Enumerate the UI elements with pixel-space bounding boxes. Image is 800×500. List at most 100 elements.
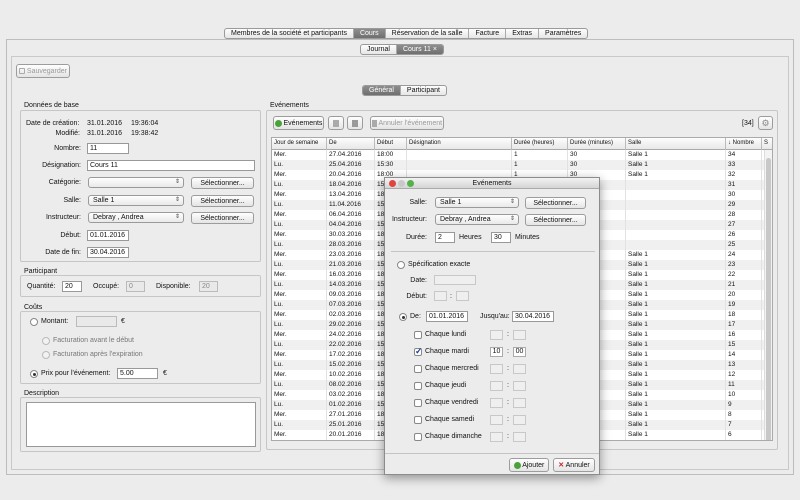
col-number[interactable]: ↓ Nombre [726,138,762,150]
col-start[interactable]: Début [375,138,407,150]
col-room[interactable]: Salle [626,138,726,150]
table-cell: Mer. [272,170,327,180]
instructor-select-button[interactable]: Sélectionner... [191,212,254,224]
weekday-minute-field[interactable] [513,398,526,408]
weekday-checkbox[interactable] [414,365,422,373]
dialog-room-select-button[interactable]: Sélectionner... [525,197,586,209]
table-cell: Salle 1 [626,280,726,290]
instructor-select[interactable]: Debray , Andrea ⇕ [88,212,184,223]
from-radio[interactable] [399,313,407,321]
price-radio[interactable] [30,370,38,378]
weekday-checkbox[interactable] [414,433,422,441]
billing-before-radio[interactable] [42,337,50,345]
weekday-checkbox[interactable] [414,399,422,407]
tab-members[interactable]: Membres de la société et participants [225,29,354,38]
tab-journal[interactable]: Journal [361,45,397,54]
tab-course-11[interactable]: Cours 11 × [396,45,443,54]
delete-button[interactable] [347,116,363,130]
table-cell: 19 [726,300,762,310]
col-s[interactable]: S [762,138,772,150]
tab-extras[interactable]: Extras [506,29,540,38]
copy-button[interactable] [328,116,344,130]
weekday-hour-field[interactable] [490,432,503,442]
weekday-minute-field[interactable] [513,432,526,442]
weekday-checkbox[interactable] [414,382,422,390]
description-textarea[interactable] [26,402,256,447]
weekday-hour-field[interactable] [490,415,503,425]
weekday-hour-field[interactable] [490,364,503,374]
weekday-checkbox[interactable] [414,416,422,424]
tab-courses[interactable]: Cours [353,29,386,38]
table-cell: 23.03.2016 [327,250,375,260]
from-field[interactable]: 01.01.2016 [426,311,468,322]
weekday-label: Chaque vendredi [425,399,479,406]
exact-spec-radio[interactable] [397,261,405,269]
to-field[interactable]: 30.04.2016 [512,311,554,322]
weekday-hour-field[interactable] [490,381,503,391]
tab-room-booking[interactable]: Réservation de la salle [386,29,470,38]
col-duration-hours[interactable]: Durée (heures) [512,138,568,150]
save-button[interactable]: Sauvegarder [16,64,70,78]
weekday-checkbox[interactable] [414,346,423,357]
dialog-instructor-select[interactable]: Debray , Andrea ⇕ [435,214,519,225]
minutes-field[interactable]: 30 [491,232,511,243]
settings-button[interactable]: ⚙ [758,116,773,130]
hours-field[interactable]: 2 [435,232,455,243]
number-field[interactable]: 11 [87,143,129,154]
category-select[interactable]: ⇕ [88,177,184,188]
table-cell: 10 [726,390,762,400]
minimize-icon[interactable] [398,180,405,187]
table-scrollbar-thumb[interactable] [766,158,771,440]
dialog-instructor-select-button[interactable]: Sélectionner... [525,214,586,226]
tab-participant[interactable]: Participant [401,86,446,95]
cancel-event-button[interactable]: Annuler l'événement [370,116,444,130]
weekday-minute-field[interactable] [513,415,526,425]
tab-invoice[interactable]: Facture [469,29,507,38]
close-icon[interactable]: × [433,46,437,53]
amount-radio[interactable] [30,318,38,326]
events-count: [34] [742,120,754,127]
zoom-icon[interactable] [407,180,414,187]
end-date-field[interactable]: 30.04.2016 [87,247,129,258]
weekday-minute-field[interactable]: 00 [513,347,526,357]
weekday-hour-field[interactable]: 10 [490,347,503,357]
created-date: 31.01.2016 [87,120,123,127]
col-designation[interactable]: Désignation [407,138,512,150]
price-field[interactable]: 5.00 [117,368,158,379]
billing-after-radio[interactable] [42,351,50,359]
table-row[interactable]: Mer. 27.04.2016 18:00 1 30 Salle 1 34 [272,150,765,160]
category-select-button[interactable]: Sélectionner... [191,177,254,189]
col-duration-minutes[interactable]: Durée (minutes) [568,138,626,150]
weekday-label: Chaque mercredi [425,365,479,372]
exact-start-minute[interactable] [456,291,469,301]
start-date-field[interactable]: 01.01.2016 [87,230,129,241]
room-select-button[interactable]: Sélectionner... [191,195,254,207]
exact-date-field[interactable] [434,275,476,285]
tab-settings[interactable]: Paramètres [539,29,587,38]
amount-field[interactable] [76,316,117,327]
designation-field[interactable]: Cours 11 [87,160,255,171]
col-from[interactable]: De [327,138,375,150]
table-cell: 21 [726,280,762,290]
weekday-hour-field[interactable] [490,398,503,408]
col-weekday[interactable]: Jour de semaine [272,138,327,150]
table-scrollbar[interactable] [764,150,772,440]
weekday-minute-field[interactable] [513,381,526,391]
tab-general[interactable]: Général [363,86,401,95]
quantity-field[interactable]: 20 [62,281,82,292]
description-title: Description [24,390,60,397]
table-cell: Salle 1 [626,380,726,390]
add-button[interactable]: Ajouter [509,458,549,472]
table-row[interactable]: Lu. 25.04.2016 15:30 1 30 Salle 1 33 [272,160,765,170]
exact-start-hour[interactable] [434,291,447,301]
cancel-button[interactable]: ✕ Annuler [553,458,595,472]
room-select[interactable]: Salle 1 ⇕ [88,195,184,206]
add-events-button[interactable]: Evénements [273,116,324,130]
weekday-minute-field[interactable] [513,364,526,374]
weekday-hour-field[interactable] [490,330,503,340]
close-icon[interactable] [389,180,396,187]
dialog-room-select[interactable]: Salle 1 ⇕ [435,197,519,208]
weekday-minute-field[interactable] [513,330,526,340]
table-cell: 25.04.2016 [327,160,375,170]
weekday-checkbox[interactable] [414,331,422,339]
